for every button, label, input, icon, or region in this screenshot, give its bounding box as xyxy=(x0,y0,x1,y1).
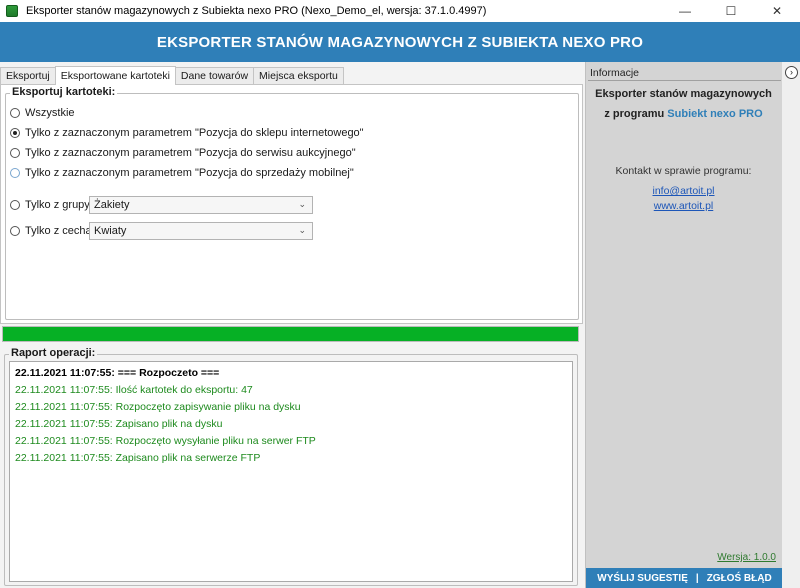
radio-label: Tylko z grupy: xyxy=(25,199,93,211)
log-line: 22.11.2021 11:07:55: === Rozpoczeto === xyxy=(15,367,220,379)
report-log-list[interactable]: 22.11.2021 11:07:55: === Rozpoczeto === 2… xyxy=(9,361,573,582)
log-line: 22.11.2021 11:07:55: Zapisano plik na dy… xyxy=(15,418,223,430)
report-bug-button[interactable]: ZGŁOŚ BŁĄD xyxy=(707,573,772,584)
window-title: Eksporter stanów magazynowych z Subiekta… xyxy=(26,5,487,17)
suggest-button[interactable]: WYŚLIJ SUGESTIĘ xyxy=(597,573,688,584)
tab-strip: Eksportuj Eksportowane kartoteki Dane to… xyxy=(0,66,344,85)
radio-circle xyxy=(10,200,20,210)
log-line: 22.11.2021 11:07:55: Zapisano plik na se… xyxy=(15,452,261,464)
app-header: EKSPORTER STANÓW MAGAZYNOWYCH Z SUBIEKTA… xyxy=(0,22,800,62)
collapse-strip: › xyxy=(782,62,800,588)
group-select[interactable]: Żakiety ⌄ xyxy=(89,196,313,214)
radio-circle xyxy=(10,168,20,178)
radio-circle xyxy=(10,226,20,236)
radio-label: Tylko z zaznaczonym parametrem "Pozycja … xyxy=(25,147,356,159)
feedback-bar: WYŚLIJ SUGESTIĘ | ZGŁOŚ BŁĄD xyxy=(586,568,783,588)
radio-circle-selected xyxy=(10,128,20,138)
close-button[interactable]: ✕ xyxy=(754,0,800,22)
radio-feature-filter[interactable]: Tylko z cechą: xyxy=(10,225,95,237)
radio-mobile[interactable]: Tylko z zaznaczonym parametrem "Pozycja … xyxy=(10,167,354,179)
info-line-2-prefix: z programu xyxy=(604,108,668,120)
info-panel: Informacje Eksporter stanów magazynowych… xyxy=(585,62,783,588)
chevron-down-icon: ⌄ xyxy=(298,199,306,209)
info-line-2: z programu Subiekt nexo PRO xyxy=(586,104,781,124)
window-controls: — ☐ ✕ xyxy=(662,0,800,22)
radio-label: Wszystkie xyxy=(25,107,75,119)
window-titlebar: Eksporter stanów magazynowych z Subiekta… xyxy=(0,0,800,22)
maximize-button[interactable]: ☐ xyxy=(708,0,754,22)
radio-label: Tylko z zaznaczonym parametrem "Pozycja … xyxy=(25,167,354,179)
radio-auction[interactable]: Tylko z zaznaczonym parametrem "Pozycja … xyxy=(10,147,356,159)
app-icon xyxy=(6,5,18,17)
log-line: 22.11.2021 11:07:55: Rozpoczęto zapisywa… xyxy=(15,401,301,413)
info-product-name: Subiekt nexo PRO xyxy=(667,108,763,120)
version-link[interactable]: Wersja: 1.0.0 xyxy=(717,552,776,563)
progress-bar xyxy=(2,326,579,342)
main-area: Eksportuj Eksportowane kartoteki Dane to… xyxy=(0,62,585,588)
feature-select-value: Kwiaty xyxy=(94,225,127,237)
report-legend: Raport operacji: xyxy=(9,347,98,359)
contact-label: Kontakt w sprawie programu: xyxy=(615,165,752,177)
export-cards-group: Eksportuj kartoteki: Wszystkie Tylko z z… xyxy=(5,86,579,320)
bar-separator: | xyxy=(695,572,699,584)
log-line: 22.11.2021 11:07:55: Rozpoczęto wysyłani… xyxy=(15,435,316,447)
tab-eksportowane-kartoteki[interactable]: Eksportowane kartoteki xyxy=(54,66,176,85)
progress-fill xyxy=(3,327,578,341)
tab-dane-towarow[interactable]: Dane towarów xyxy=(174,67,255,84)
chevron-down-icon: ⌄ xyxy=(298,225,306,235)
tab-panel: Eksportuj kartoteki: Wszystkie Tylko z z… xyxy=(0,84,583,324)
report-group: Raport operacji: 22.11.2021 11:07:55: ==… xyxy=(4,347,578,586)
radio-all[interactable]: Wszystkie xyxy=(10,107,75,119)
email-link[interactable]: info@artoit.pl xyxy=(586,184,781,199)
export-cards-legend: Eksportuj kartoteki: xyxy=(10,86,118,98)
radio-circle xyxy=(10,148,20,158)
chevron-right-icon[interactable]: › xyxy=(785,66,798,79)
radio-label: Tylko z zaznaczonym parametrem "Pozycja … xyxy=(25,127,364,139)
log-line: 22.11.2021 11:07:55: Ilość kartotek do e… xyxy=(15,384,253,396)
info-line-1: Eksporter stanów magazynowych xyxy=(595,88,772,100)
info-description: Eksporter stanów magazynowych z programu… xyxy=(586,84,781,124)
info-heading: Informacje xyxy=(588,67,781,81)
website-link[interactable]: www.artoit.pl xyxy=(586,199,781,214)
feature-select[interactable]: Kwiaty ⌄ xyxy=(89,222,313,240)
contact-block: Kontakt w sprawie programu: info@artoit.… xyxy=(586,165,781,214)
radio-group-filter[interactable]: Tylko z grupy: xyxy=(10,199,93,211)
header-title: EKSPORTER STANÓW MAGAZYNOWYCH Z SUBIEKTA… xyxy=(156,33,644,51)
radio-circle xyxy=(10,108,20,118)
minimize-button[interactable]: — xyxy=(662,0,708,22)
tab-miejsca-eksportu[interactable]: Miejsca eksportu xyxy=(253,67,344,84)
tab-eksportuj[interactable]: Eksportuj xyxy=(0,67,56,84)
radio-label: Tylko z cechą: xyxy=(25,225,95,237)
group-select-value: Żakiety xyxy=(94,199,130,211)
radio-shop[interactable]: Tylko z zaznaczonym parametrem "Pozycja … xyxy=(10,127,364,139)
